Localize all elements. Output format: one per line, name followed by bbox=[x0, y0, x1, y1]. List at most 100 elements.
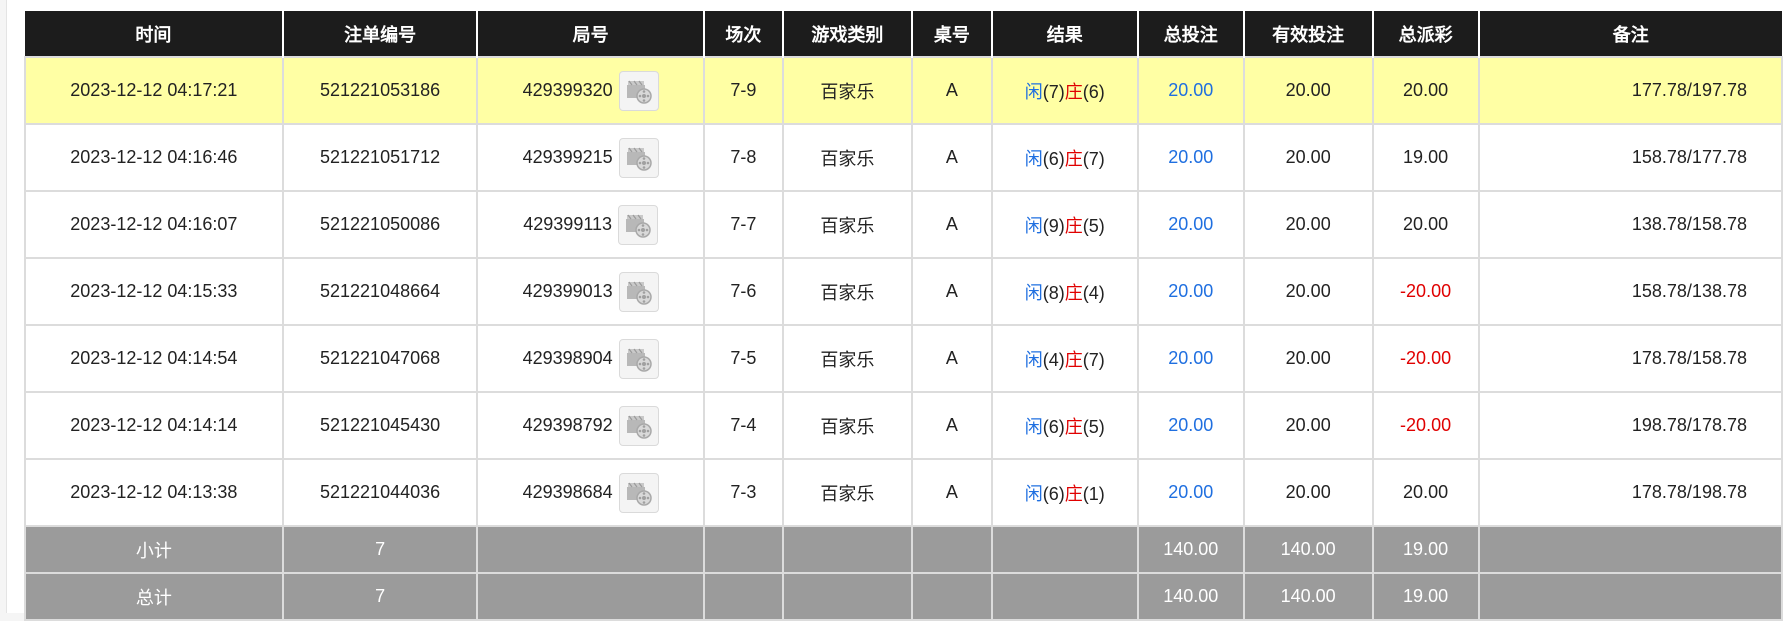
table-no-cell: A bbox=[910, 123, 993, 192]
payout-cell: -20.00 bbox=[1371, 324, 1480, 393]
round-cell-content: 429398684 bbox=[522, 472, 659, 513]
table-no-cell: A bbox=[910, 56, 993, 125]
bet-records-table: 时间 注单编号 局号 场次 游戏类别 桌号 结果 总投注 有效投注 总派彩 备注 2023-12-1… bbox=[24, 11, 1783, 621]
valid-bet-cell: 20.00 bbox=[1242, 257, 1374, 326]
bet-id-cell: 521221048664 bbox=[281, 257, 479, 326]
table-row[interactable]: 2023-12-12 04:15:33 521221048664 429399013… bbox=[24, 257, 1783, 326]
round-cell: 429398684 bbox=[476, 458, 705, 527]
banker-label: 庄 bbox=[1064, 282, 1083, 303]
result-cell: 闲(8)庄(4) bbox=[990, 257, 1139, 326]
time-cell: 2023-12-12 04:17:21 bbox=[24, 56, 284, 125]
video-replay-icon[interactable] bbox=[618, 70, 659, 111]
banker-label: 庄 bbox=[1064, 81, 1083, 102]
game-type-cell: 百家乐 bbox=[781, 324, 913, 393]
note-cell: 198.78/178.78 bbox=[1477, 391, 1783, 460]
table-row[interactable]: 2023-12-12 04:14:54 521221047068 429398904… bbox=[24, 324, 1783, 393]
video-replay-icon[interactable] bbox=[618, 405, 659, 446]
game-type-cell: 百家乐 bbox=[781, 391, 913, 460]
subtotal-row-empty-cell bbox=[990, 525, 1139, 574]
column-header-round: 局号 bbox=[476, 11, 704, 57]
total-bet-cell: 20.00 bbox=[1136, 458, 1245, 527]
round-cell: 429398904 bbox=[476, 324, 705, 393]
table-no-cell: A bbox=[910, 391, 993, 460]
total-bet-cell: 20.00 bbox=[1136, 391, 1245, 460]
player-score: (6) bbox=[1042, 148, 1065, 169]
subtotal-row-empty-cell bbox=[702, 525, 784, 574]
time-cell: 2023-12-12 04:15:33 bbox=[24, 257, 284, 326]
round-number: 429399320 bbox=[522, 80, 613, 100]
payout-cell: 19.00 bbox=[1371, 123, 1480, 192]
video-replay-icon[interactable] bbox=[618, 204, 659, 245]
table-row[interactable]: 2023-12-12 04:14:14 521221045430 429398792… bbox=[24, 391, 1783, 460]
table-row[interactable]: 2023-12-12 04:17:21 521221053186 429399320… bbox=[24, 56, 1783, 125]
payout-cell: 20.00 bbox=[1371, 458, 1480, 527]
note-cell: 158.78/138.78 bbox=[1477, 257, 1783, 326]
subtotal-row-empty-cell bbox=[910, 525, 993, 574]
payout-cell: -20.00 bbox=[1371, 257, 1480, 326]
game-type-cell: 百家乐 bbox=[781, 458, 913, 527]
round-cell-content: 429399113 bbox=[523, 204, 659, 245]
round-cell-content: 429399215 bbox=[523, 137, 659, 178]
player-label: 闲 bbox=[1024, 148, 1043, 169]
total-bet-cell: 20.00 bbox=[1136, 324, 1245, 393]
table-row[interactable]: 2023-12-12 04:16:46 521221051712 429399215… bbox=[24, 123, 1783, 192]
round-cell: 429399013 bbox=[476, 257, 705, 326]
round-number: 429398684 bbox=[522, 482, 613, 502]
total-bet-cell: 20.00 bbox=[1136, 257, 1245, 326]
bet-id-cell: 521221047068 bbox=[281, 324, 479, 393]
column-header-game-type: 游戏类别 bbox=[781, 11, 912, 57]
valid-bet-cell: 20.00 bbox=[1242, 324, 1374, 393]
subtotal-row-count: 7 bbox=[281, 525, 479, 574]
banker-label: 庄 bbox=[1064, 215, 1083, 236]
round-cell-content: 429399013 bbox=[523, 271, 659, 312]
player-label: 闲 bbox=[1024, 483, 1043, 504]
column-header-total-payout: 总派彩 bbox=[1371, 11, 1479, 57]
game-type-cell: 百家乐 bbox=[781, 56, 913, 125]
table-no-cell: A bbox=[910, 190, 993, 259]
video-replay-icon[interactable] bbox=[618, 472, 659, 513]
banker-label: 庄 bbox=[1064, 483, 1083, 504]
banker-score: (7) bbox=[1082, 349, 1105, 370]
round-cell-content: 429398904 bbox=[523, 338, 659, 379]
banker-label: 庄 bbox=[1064, 349, 1083, 370]
table-row[interactable]: 2023-12-12 04:13:38 521221044036 429398684… bbox=[24, 458, 1783, 527]
table-no-cell: A bbox=[910, 257, 993, 326]
player-score: (4) bbox=[1042, 349, 1065, 370]
table-header-row: 时间 注单编号 局号 场次 游戏类别 桌号 结果 总投注 有效投注 总派彩 备注 bbox=[25, 11, 1782, 57]
banker-score: (6) bbox=[1082, 81, 1105, 102]
video-replay-icon[interactable] bbox=[618, 271, 659, 312]
column-header-bet-id: 注单编号 bbox=[281, 11, 478, 57]
bet-id-cell: 521221044036 bbox=[281, 458, 479, 527]
player-label: 闲 bbox=[1024, 81, 1043, 102]
time-cell: 2023-12-12 04:16:46 bbox=[24, 123, 284, 192]
note-cell: 158.78/177.78 bbox=[1477, 123, 1783, 192]
banker-label: 庄 bbox=[1064, 416, 1083, 437]
bet-id-cell: 521221053186 bbox=[281, 56, 479, 125]
column-header-session: 场次 bbox=[702, 11, 783, 57]
result-cell: 闲(6)庄(5) bbox=[990, 391, 1139, 460]
time-cell: 2023-12-12 04:13:38 bbox=[24, 458, 284, 527]
game-type-cell: 百家乐 bbox=[781, 123, 913, 192]
note-cell: 178.78/158.78 bbox=[1477, 324, 1783, 393]
result-cell: 闲(9)庄(5) bbox=[990, 190, 1139, 259]
valid-bet-cell: 20.00 bbox=[1242, 190, 1374, 259]
subtotal-row-empty-cell bbox=[781, 525, 913, 574]
game-type-cell: 百家乐 bbox=[781, 257, 913, 326]
video-replay-icon[interactable] bbox=[618, 338, 659, 379]
result-cell: 闲(7)庄(6) bbox=[990, 56, 1139, 125]
column-header-time: 时间 bbox=[25, 11, 283, 57]
valid-bet-cell: 20.00 bbox=[1242, 123, 1374, 192]
banker-score: (1) bbox=[1082, 483, 1105, 504]
session-cell: 7-3 bbox=[702, 458, 784, 527]
column-header-table-no: 桌号 bbox=[910, 11, 992, 57]
player-score: (8) bbox=[1042, 282, 1065, 303]
player-label: 闲 bbox=[1024, 282, 1043, 303]
table-row[interactable]: 2023-12-12 04:16:07 521221050086 429399113… bbox=[24, 190, 1783, 259]
bet-id-cell: 521221051712 bbox=[281, 123, 479, 192]
video-replay-icon[interactable] bbox=[618, 137, 659, 178]
player-label: 闲 bbox=[1024, 215, 1043, 236]
payout-cell: -20.00 bbox=[1371, 391, 1480, 460]
round-cell: 429398792 bbox=[476, 391, 705, 460]
banker-score: (4) bbox=[1082, 282, 1105, 303]
table-body: 2023-12-12 04:17:21 521221053186 429399320… bbox=[24, 56, 1783, 621]
